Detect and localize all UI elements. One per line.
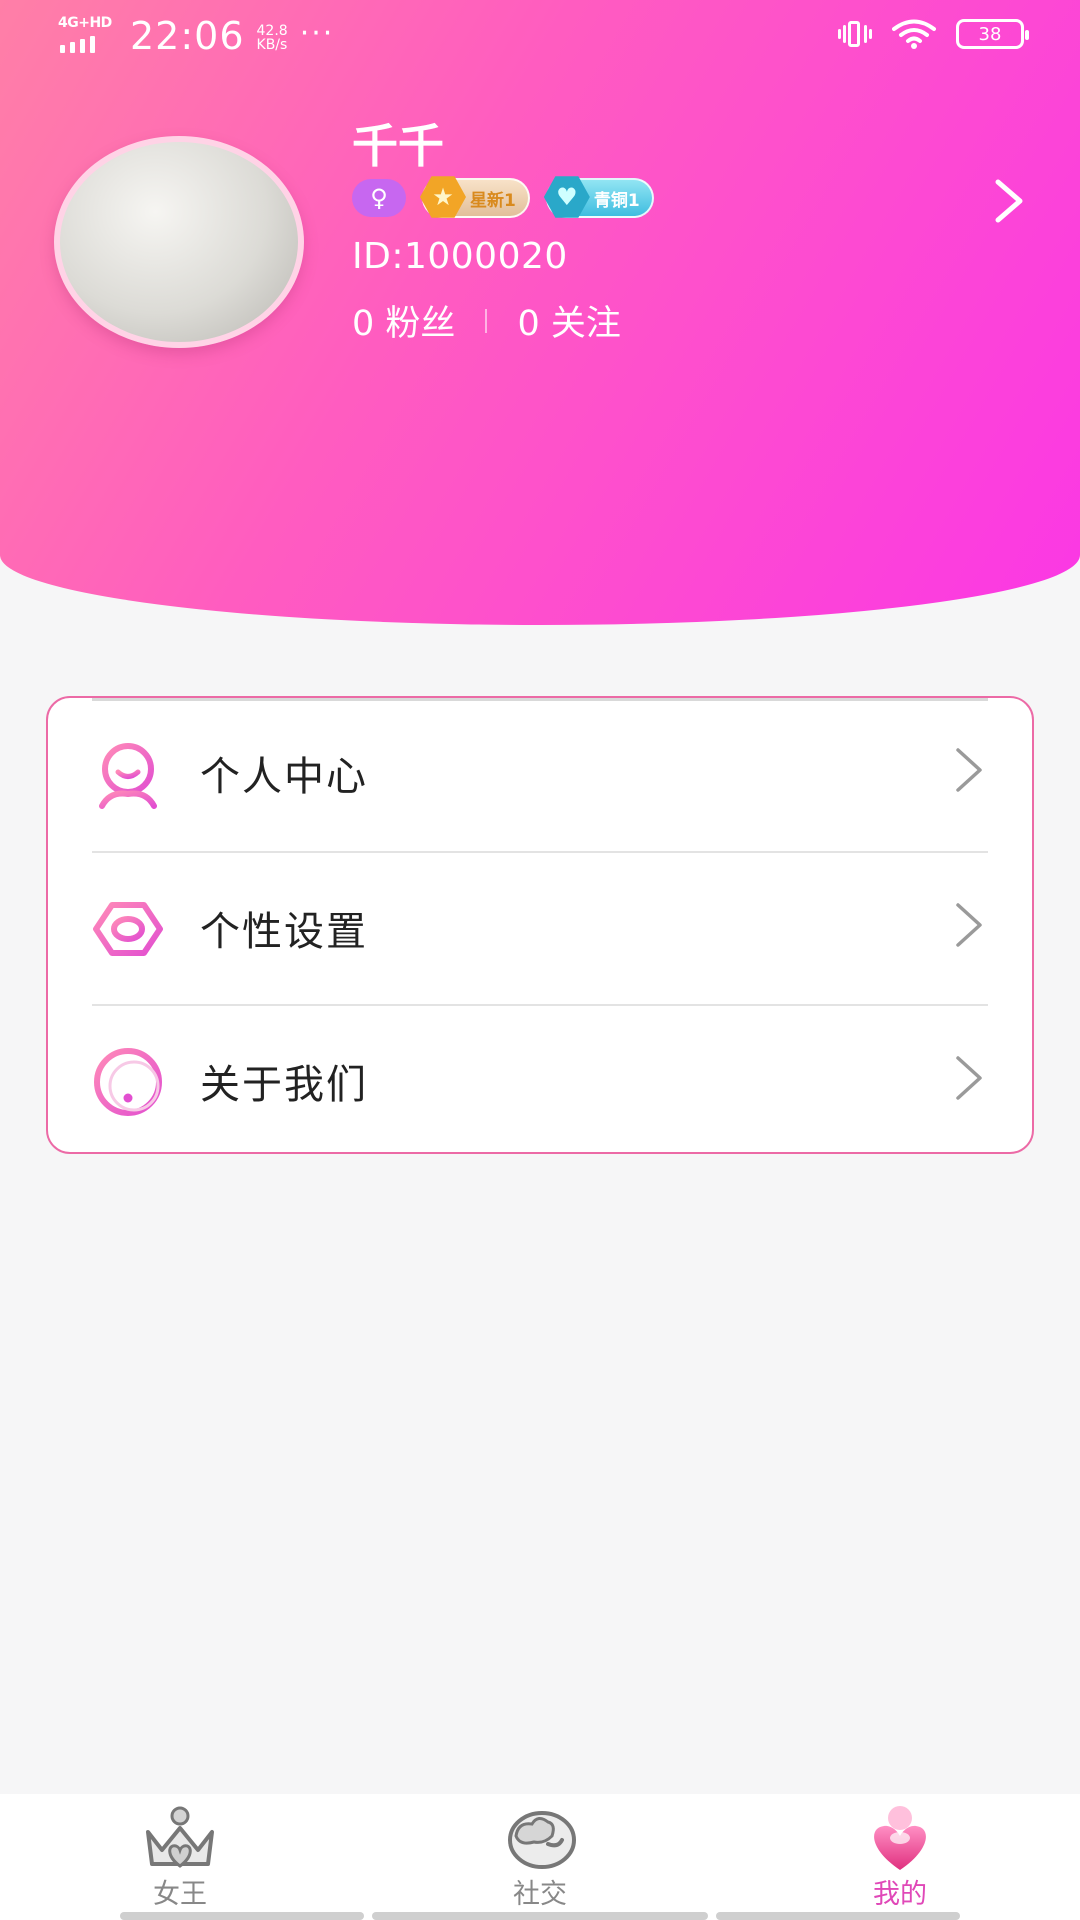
profile-chevron-right-icon[interactable] [992, 178, 1026, 224]
network-speed-value: 42.8 [256, 23, 288, 39]
settings-hexagon-icon [93, 902, 163, 956]
level-badge-bronze-label: 青铜1 [593, 190, 640, 211]
bottom-navigation: 女王 社交 我的 [0, 1794, 1080, 1920]
menu-item-about-us[interactable]: 关于我们 [48, 1006, 1032, 1152]
menu-item-label: 个人中心 [200, 754, 368, 800]
level-badge-star-label: 星新1 [470, 190, 516, 211]
status-bar-right: 38 [838, 18, 1029, 50]
nav-item-mine[interactable]: 我的 [720, 1794, 1080, 1920]
battery-icon: 38 [956, 19, 1029, 49]
following-count: 0 [517, 304, 540, 344]
heart-profile-icon [874, 1806, 926, 1870]
nav-indicator-center [372, 1912, 708, 1920]
clock: 22:06 [130, 14, 245, 58]
menu-card: 个人中心 个性设置 关于我们 [46, 696, 1034, 1154]
avatar[interactable] [54, 136, 304, 348]
nav-label: 女王 [153, 1879, 207, 1910]
following-stat[interactable]: 0 关注 [517, 295, 620, 346]
star-icon: ★ [420, 176, 466, 218]
fans-stat[interactable]: 0 粉丝 [352, 295, 455, 346]
chevron-right-icon [956, 1056, 982, 1100]
status-bar: 4G+HD 22:06 42.8 KB/s ··· 38 [0, 0, 1080, 70]
network-speed: 42.8 KB/s [257, 24, 288, 52]
menu-item-label: 关于我们 [200, 1062, 368, 1108]
level-badge-star: ★ 星新1 [420, 176, 530, 218]
menu-item-personal-center[interactable]: 个人中心 [48, 698, 1032, 850]
following-label: 关注 [550, 304, 621, 344]
fans-label: 粉丝 [385, 304, 456, 344]
network-speed-unit: KB/s [256, 37, 288, 53]
gender-symbol: ♀ [370, 184, 388, 212]
nav-indicator-right [716, 1912, 960, 1920]
exclamation-circle-icon [94, 1048, 162, 1116]
user-id: ID:1000020 [352, 236, 568, 277]
nav-item-social[interactable]: 社交 [360, 1794, 720, 1920]
nav-label: 我的 [873, 1879, 927, 1910]
heart-icon: ♥ [543, 176, 590, 218]
vibrate-icon [838, 19, 872, 49]
follow-stats: 0 粉丝 0 关注 [352, 295, 621, 346]
badge-row: ♀ ★ 星新1 ♥ 青铜1 [352, 176, 654, 218]
battery-level: 38 [978, 23, 1002, 45]
network-type: 4G+HD [58, 15, 112, 31]
fans-count: 0 [352, 304, 375, 344]
level-badge-bronze: ♥ 青铜1 [543, 176, 654, 218]
gender-female-icon: ♀ [352, 179, 406, 217]
wifi-icon [892, 19, 936, 49]
follow-divider [485, 308, 488, 333]
user-smile-icon [99, 743, 157, 809]
crown-heart-icon [146, 1806, 214, 1868]
chat-bubble-icon [508, 1811, 576, 1869]
menu-item-personal-settings[interactable]: 个性设置 [48, 853, 1032, 1005]
signal-icon: 4G+HD [58, 15, 118, 55]
status-bar-left: 4G+HD 22:06 42.8 KB/s ··· [58, 14, 334, 58]
chevron-right-icon [956, 748, 982, 792]
chevron-right-icon [956, 903, 982, 947]
menu-item-label: 个性设置 [200, 909, 368, 955]
nav-indicator-left [120, 1912, 364, 1920]
more-notifications-icon: ··· [299, 15, 335, 51]
nav-item-queen[interactable]: 女王 [0, 1794, 360, 1920]
profile-screen: 4G+HD 22:06 42.8 KB/s ··· 38 千千 ♀ ★ 星新1 … [0, 0, 1080, 1920]
user-name: 千千 [352, 119, 444, 173]
nav-label: 社交 [513, 1879, 567, 1910]
